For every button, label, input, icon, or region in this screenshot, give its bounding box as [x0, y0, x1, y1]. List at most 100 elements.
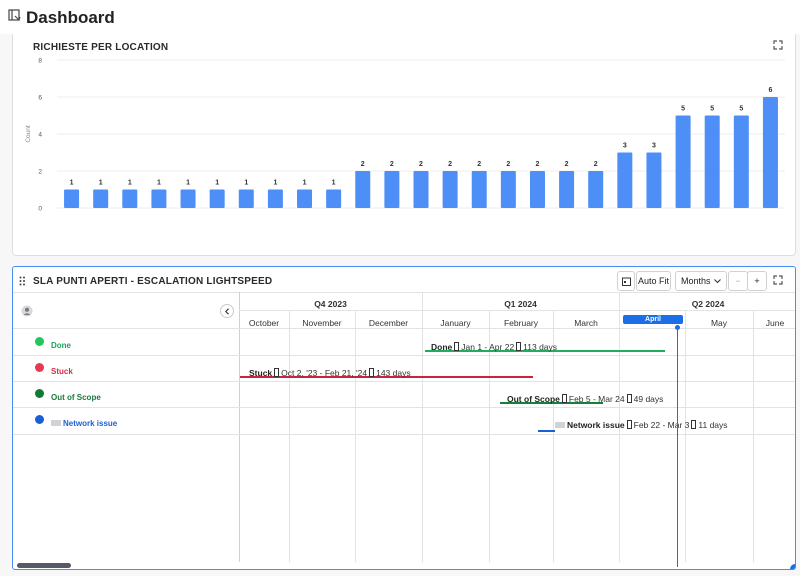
bar-name: Network issue: [567, 420, 625, 430]
data-label: 1: [99, 180, 103, 187]
bar-duration: 143 days: [376, 368, 411, 378]
month-label: October: [248, 318, 280, 328]
data-label: 1: [244, 180, 248, 187]
status-dot: [35, 337, 44, 346]
gantt-bar-label: Network issue Feb 22 - Mar 3 11 days: [555, 420, 728, 430]
drag-handle-icon[interactable]: [19, 276, 26, 286]
data-label: 3: [652, 143, 656, 150]
month-gridline: [685, 310, 686, 562]
bar: [297, 189, 313, 208]
month-gridline: [753, 310, 754, 562]
quarter-gridline: [422, 292, 423, 562]
data-label: 2: [361, 161, 365, 168]
separator-icon: [626, 394, 632, 403]
auto-fit-button[interactable]: Auto Fit: [636, 271, 671, 291]
expand-icon[interactable]: [773, 275, 783, 285]
data-label: 2: [565, 161, 569, 168]
separator-icon: [516, 342, 522, 351]
data-label: 5: [681, 106, 685, 113]
gantt-bar-label: Out of Scope Feb 5 - Mar 24 49 days: [507, 394, 663, 404]
gantt-bar[interactable]: [538, 430, 555, 432]
bar: [238, 189, 254, 208]
scale-select[interactable]: Months: [675, 271, 727, 291]
month-gridline: [289, 310, 290, 562]
scale-select-value: Months: [681, 276, 711, 286]
row-divider: [13, 407, 795, 408]
calendar-button[interactable]: [617, 271, 635, 291]
data-label: 1: [70, 180, 74, 187]
header-divider: [13, 292, 795, 293]
month-label: March: [574, 318, 598, 328]
quarter-divider: [239, 310, 795, 311]
row-label: Done: [51, 341, 71, 350]
separator-icon: [274, 368, 280, 377]
bar-chart: 0 2 4 6 8 Count 1 1 1 1 1 1 1 1 1 1 2 2 2 2 2 2 2 2 2 3 3 5 5 5 6: [25, 58, 785, 213]
data-label: 5: [739, 106, 743, 113]
today-marker-label: April: [623, 315, 683, 324]
bar-name: Out of Scope: [507, 394, 560, 404]
bar-duration: 11 days: [698, 420, 728, 430]
bar-dates: Feb 22 - Mar 3: [633, 420, 690, 430]
month-label: December: [368, 318, 409, 328]
row-label: Stuck: [51, 367, 73, 376]
row-label-text: Stuck: [51, 367, 73, 376]
bar: [355, 171, 371, 208]
bar-name: Stuck: [249, 368, 273, 378]
bar-duration: 49 days: [633, 394, 664, 404]
separator-icon: [369, 368, 375, 377]
bar: [646, 152, 662, 208]
bar: [733, 115, 749, 208]
gantt-bar-label: Stuck Oct 2, '23 - Feb 21, '24 143 days: [249, 368, 411, 378]
zoom-out-button[interactable]: −: [728, 271, 748, 291]
top-bar: Dashboard: [0, 0, 800, 34]
month-label: May: [710, 318, 728, 328]
data-label: 1: [215, 180, 219, 187]
row-label-text: Out of Scope: [51, 393, 101, 402]
data-label: 2: [448, 161, 452, 168]
zoom-in-button[interactable]: +: [747, 271, 767, 291]
today-line-handle[interactable]: [675, 325, 680, 330]
month-label: January: [440, 318, 471, 328]
data-label: 1: [273, 180, 277, 187]
row-label-text: Network issue: [63, 419, 118, 428]
data-label: 2: [506, 161, 510, 168]
data-label: 1: [303, 180, 307, 187]
status-dot: [35, 363, 44, 372]
bar: [326, 189, 342, 208]
separator-icon: [561, 394, 567, 403]
data-label: 2: [390, 161, 394, 168]
avatar-icon: [555, 422, 565, 428]
bar: [529, 171, 545, 208]
gantt-title: SLA PUNTI APERTI - ESCALATION LIGHTSPEED: [33, 276, 273, 287]
avatar-icon: [21, 305, 33, 317]
bar: [122, 189, 138, 208]
chart-widget: RICHIESTE PER LOCATION 0 2 4 6 8 Count 1 1 1 1 1 1 1…: [12, 34, 796, 256]
row-label-text: Done: [51, 341, 71, 350]
bar: [588, 171, 604, 208]
calendar-icon: [621, 277, 631, 286]
quarter-label: Q2 2024: [691, 299, 725, 309]
data-label: 2: [536, 161, 540, 168]
row-label: Out of Scope: [51, 393, 101, 402]
horizontal-scrollbar[interactable]: [17, 563, 71, 568]
month-label: November: [302, 318, 342, 328]
bar: [267, 189, 283, 208]
separator-icon: [691, 420, 697, 429]
bar: [151, 189, 167, 208]
separator-icon: [454, 342, 460, 351]
bar: [442, 171, 458, 208]
data-label: 1: [157, 180, 161, 187]
data-label: 2: [594, 161, 598, 168]
status-dot: [35, 389, 44, 398]
resize-handle[interactable]: [790, 564, 795, 569]
page-title: Dashboard: [26, 8, 115, 27]
data-label: 1: [186, 180, 190, 187]
month-label: February: [503, 318, 538, 328]
collapse-button[interactable]: [220, 304, 234, 318]
month-label: June: [765, 318, 785, 328]
y-tick-label: 4: [38, 132, 42, 139]
bar-name: Done: [431, 342, 453, 352]
bar-dates: Jan 1 - Apr 22: [461, 342, 515, 352]
bar: [471, 171, 487, 208]
data-label: 3: [623, 143, 627, 150]
